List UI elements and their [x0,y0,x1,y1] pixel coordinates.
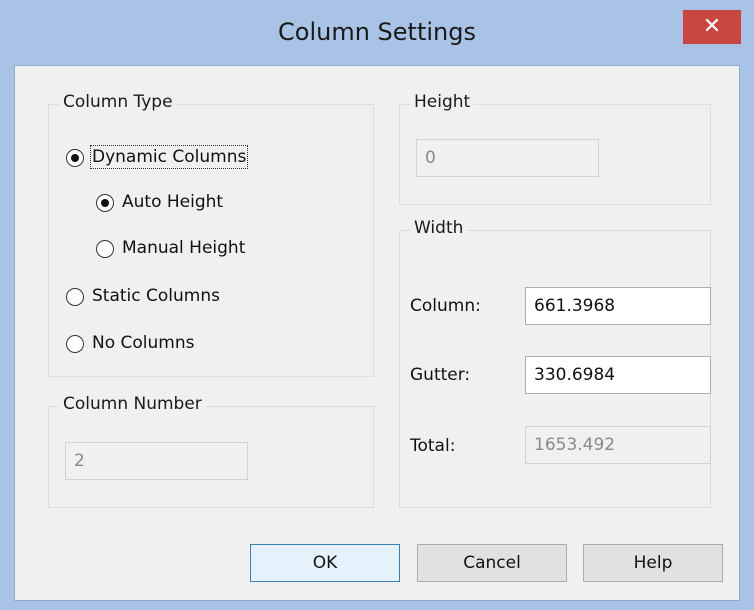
auto-height-label[interactable]: Auto Height [122,192,223,212]
total-input: 1653.492 [525,426,711,464]
column-number-label: Column Number [59,394,206,414]
column-type-label: Column Type [59,92,177,112]
static-columns-radio[interactable] [66,288,84,306]
close-icon: ✕ [702,14,722,39]
height-group: Height 0 [399,92,711,205]
static-columns-label[interactable]: Static Columns [92,286,220,306]
width-label: Width [410,218,468,238]
dialog-title: Column Settings [278,18,476,46]
manual-height-radio[interactable] [96,240,114,258]
cancel-button[interactable]: Cancel [417,544,567,582]
column-number-group: Column Number 2 [48,394,374,508]
auto-height-radio[interactable] [96,194,114,212]
column-width-label: Column: [410,296,481,316]
dynamic-columns-radio[interactable] [66,149,84,167]
height-input: 0 [416,139,599,177]
total-label: Total: [410,436,456,456]
column-width-input[interactable]: 661.3968 [525,287,711,325]
width-group: Width Column: 661.3968 Gutter: 330.6984 … [399,218,711,508]
dialog-body: Column Type Dynamic Columns Auto Height … [14,65,740,601]
column-type-group: Column Type Dynamic Columns Auto Height … [48,92,374,377]
help-button[interactable]: Help [583,544,723,582]
no-columns-radio[interactable] [66,335,84,353]
gutter-label: Gutter: [410,365,471,385]
height-label: Height [410,92,475,112]
dynamic-columns-label[interactable]: Dynamic Columns [89,145,249,169]
manual-height-label[interactable]: Manual Height [122,238,245,258]
gutter-input[interactable]: 330.6984 [525,356,711,394]
ok-button[interactable]: OK [250,544,400,582]
column-number-input: 2 [65,442,248,480]
close-button[interactable]: ✕ [683,10,741,44]
no-columns-label[interactable]: No Columns [92,333,194,353]
